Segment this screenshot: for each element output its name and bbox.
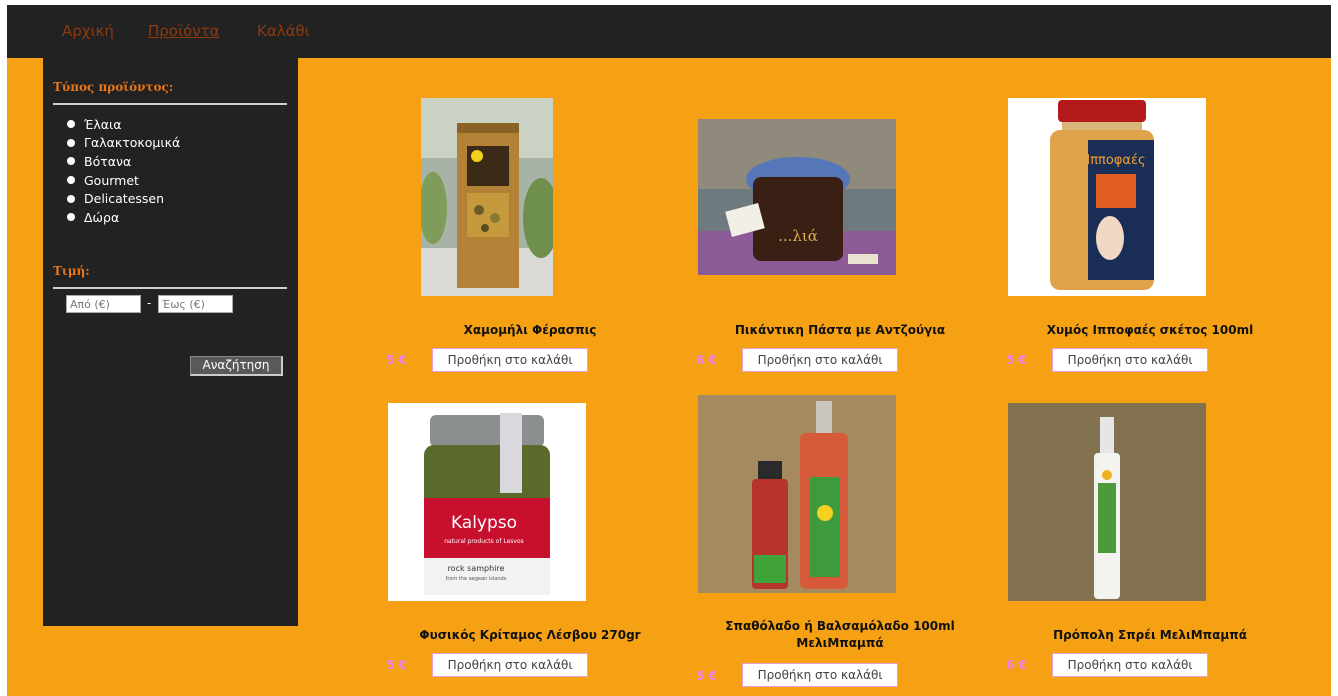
kalypso-sub-text: natural products of Lesvos — [444, 538, 524, 545]
category-delicatessen[interactable]: Delicatessen — [67, 189, 180, 208]
bullet-icon — [67, 213, 75, 222]
product-image[interactable] — [698, 395, 896, 593]
product-card: Πρόπολη Σπρέι ΜελιΜπαμπά 6 € Προθήκη στο… — [1000, 395, 1300, 695]
price-separator: - — [147, 296, 152, 310]
product-name[interactable]: Χυμός Ιπποφαές σκέτος 100ml — [1000, 322, 1300, 339]
product-image[interactable] — [421, 98, 553, 296]
category-list: Έλαια Γαλακτοκομικά Βότανα Gourmet Delic… — [67, 115, 180, 227]
product-card: Kalypso natural products of Lesvos rock … — [380, 395, 680, 695]
product-name[interactable]: Πρόπολη Σπρέι ΜελιΜπαμπά — [1000, 627, 1300, 644]
product-price: 6 € — [1006, 658, 1027, 672]
price-from-input[interactable] — [66, 295, 141, 313]
category-label: Delicatessen — [84, 191, 165, 207]
product-name[interactable]: Φυσικός Κρίταμος Λέσβου 270gr — [380, 627, 680, 644]
product-card: Σπαθόλαδο ή Βαλσαμόλαδο 100ml ΜελιΜπαμπά… — [690, 395, 990, 695]
product-price: 5 € — [1006, 353, 1027, 367]
product-price: 5 € — [386, 353, 407, 367]
category-gourmet[interactable]: Gourmet — [67, 171, 180, 190]
product-price: 5 € — [696, 669, 717, 683]
category-label: Έλαια — [84, 116, 122, 132]
product-type-heading: Τύπος προϊόντος: — [53, 80, 174, 94]
nav-products-link[interactable]: Προϊόντα — [148, 22, 220, 40]
product-name[interactable]: Πικάντικη Πάστα με Αντζούγια — [690, 322, 990, 339]
product-image[interactable]: Ιπποφαές — [1008, 98, 1206, 296]
product-card: ...λιά Πικάντικη Πάστα με Αντζούγια 6 € … — [690, 90, 990, 390]
add-to-cart-button[interactable]: Προθήκη στο καλάθι — [432, 348, 588, 372]
divider — [53, 287, 287, 289]
nav-home-link[interactable]: Αρχική — [62, 22, 114, 40]
category-oils[interactable]: Έλαια — [67, 115, 180, 134]
bullet-icon — [67, 138, 75, 147]
add-to-cart-button[interactable]: Προθήκη στο καλάθι — [1052, 653, 1208, 677]
category-herbs[interactable]: Βότανα — [67, 152, 180, 171]
kalypso-brand-text: Kalypso — [451, 513, 517, 533]
category-label: Δώρα — [84, 209, 120, 225]
category-label: Γαλακτοκομικά — [84, 135, 181, 151]
category-label: Gourmet — [84, 172, 139, 188]
product-image[interactable]: Kalypso natural products of Lesvos rock … — [388, 403, 586, 601]
kalypso-product-text: rock samphire — [448, 564, 505, 573]
bullet-icon — [67, 176, 75, 185]
product-card: Ιπποφαές Χυμός Ιπποφαές σκέτος 100ml 5 €… — [1000, 90, 1300, 390]
add-to-cart-button[interactable]: Προθήκη στο καλάθι — [742, 663, 898, 687]
price-heading: Τιμή: — [53, 264, 90, 278]
bullet-icon — [67, 157, 75, 166]
jar-brand-text: Ιπποφαές — [1086, 153, 1145, 168]
category-label: Βότανα — [84, 153, 132, 169]
add-to-cart-button[interactable]: Προθήκη στο καλάθι — [432, 653, 588, 677]
bullet-icon — [67, 120, 75, 129]
product-name[interactable]: Χαμομήλι Φέρασπις — [380, 322, 680, 339]
filter-sidebar: Τύπος προϊόντος: Έλαια Γαλακτοκομικά Βότ… — [43, 58, 298, 626]
product-price: 6 € — [696, 353, 717, 367]
product-image[interactable]: ...λιά — [698, 119, 896, 275]
bullet-icon — [67, 194, 75, 203]
product-card: Χαμομήλι Φέρασπις 5 € Προθήκη στο καλάθι — [380, 90, 680, 390]
category-gifts[interactable]: Δώρα — [67, 208, 180, 227]
jar-label-text: ...λιά — [778, 227, 818, 245]
kalypso-desc-text: from the aegean islands — [446, 576, 507, 582]
product-price: 5 € — [386, 658, 407, 672]
add-to-cart-button[interactable]: Προθήκη στο καλάθι — [742, 348, 898, 372]
nav-cart-link[interactable]: Καλάθι — [257, 22, 310, 40]
top-navbar: Αρχική Προϊόντα Καλάθι — [7, 5, 1331, 58]
divider — [53, 103, 287, 105]
add-to-cart-button[interactable]: Προθήκη στο καλάθι — [1052, 348, 1208, 372]
product-name[interactable]: Σπαθόλαδο ή Βαλσαμόλαδο 100ml ΜελιΜπαμπά — [690, 618, 990, 652]
product-image[interactable] — [1008, 403, 1206, 601]
price-to-input[interactable] — [158, 295, 233, 313]
search-button[interactable]: Αναζήτηση — [190, 356, 283, 376]
category-dairy[interactable]: Γαλακτοκομικά — [67, 134, 180, 153]
